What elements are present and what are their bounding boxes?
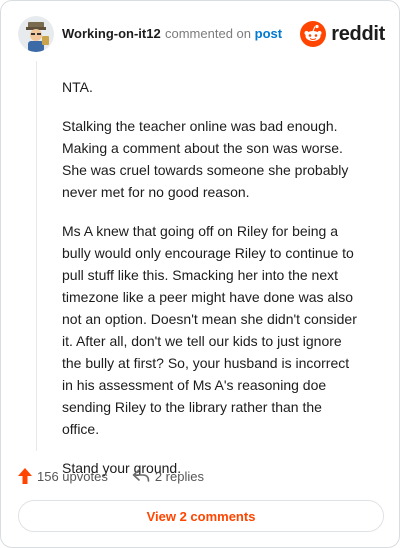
user-avatar[interactable]	[18, 16, 54, 52]
post-link[interactable]: post	[255, 26, 282, 41]
comment-meta: commented on post	[165, 26, 282, 41]
comment-actions: 156 upvotes 2 replies	[18, 465, 204, 487]
reddit-wordmark: reddit	[331, 22, 385, 45]
comment-paragraph: NTA.	[62, 79, 93, 95]
comment-username[interactable]: Working-on-it12	[62, 26, 161, 41]
reddit-snoo-icon	[300, 21, 327, 47]
comment-header: Working-on-it12 commented on post reddit	[18, 14, 385, 54]
reply-arrow-icon	[132, 469, 150, 482]
upvote-arrow-icon	[18, 468, 32, 484]
reddit-logo[interactable]: reddit	[300, 20, 385, 48]
avatar-icon	[18, 16, 54, 52]
comment-body: NTA. Stalking the teacher online was bad…	[62, 76, 362, 496]
upvote-count: 156 upvotes	[37, 468, 108, 484]
upvote-button[interactable]: 156 upvotes	[18, 468, 108, 484]
commented-on-text: commented on	[165, 26, 251, 41]
comment-paragraph: Stalking the teacher online was bad enou…	[62, 118, 349, 200]
comment-card: Working-on-it12 commented on post reddit…	[0, 0, 400, 548]
replies-button[interactable]: 2 replies	[132, 469, 204, 484]
view-comments-button[interactable]: View 2 comments	[18, 500, 384, 532]
thread-line[interactable]	[36, 61, 37, 451]
reply-count: 2 replies	[154, 468, 204, 484]
comment-paragraph: Ms A knew that going off on Riley for be…	[62, 223, 357, 437]
